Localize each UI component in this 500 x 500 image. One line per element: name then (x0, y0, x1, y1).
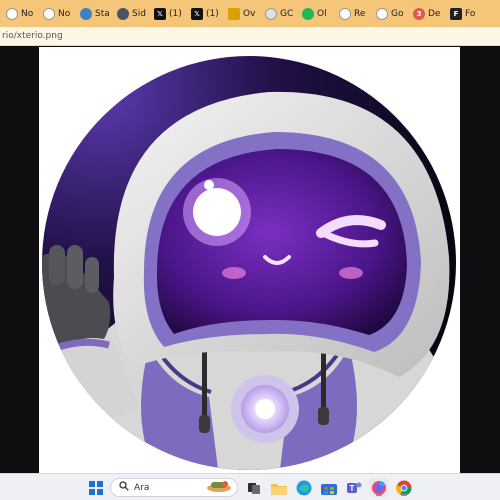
reddit-icon (339, 7, 351, 20)
browser-tab[interactable]: Re (335, 4, 372, 24)
browser-tab-label: No (21, 8, 34, 19)
browser-tab[interactable]: Go (372, 4, 409, 24)
copilot-icon[interactable] (369, 478, 388, 497)
browser-tab-label: Re (354, 8, 366, 19)
browser-tab-label: No (58, 8, 71, 19)
browser-tab[interactable]: 3 De (409, 4, 446, 24)
browser-tab-label: Ov (243, 8, 256, 19)
task-view-icon[interactable] (244, 478, 263, 497)
x-icon: 𝕏 (191, 7, 203, 20)
browser-tab[interactable]: 𝕏 (1) (187, 4, 224, 24)
tab-strip: No No Sta Sid 𝕏 (1) 𝕏 (1) Ov GC Ol Re Go 3 De F Fo (0, 0, 500, 27)
browser-tab-label: Ol (317, 8, 327, 19)
browser-tab-label: Sta (95, 8, 110, 19)
browser-tab-label: Go (391, 8, 404, 19)
url-text[interactable]: rio/xterio.png (0, 31, 63, 41)
browser-tab[interactable]: Sid (113, 4, 150, 24)
globe-icon (117, 7, 129, 20)
notion-icon (6, 7, 18, 20)
browser-tab-label: GC (280, 8, 294, 19)
image-viewport (0, 47, 500, 473)
browser-tab[interactable]: 𝕏 (1) (150, 4, 187, 24)
taskbar-search-box[interactable]: Ara (110, 478, 238, 497)
google-icon (376, 7, 388, 20)
browser-tab[interactable]: Ov (224, 4, 261, 24)
browser-tab[interactable]: Sta (76, 4, 113, 24)
chrome-icon[interactable] (394, 478, 413, 497)
browser-tab-label: (1) (206, 8, 219, 19)
browser-tab-label: (1) (169, 8, 182, 19)
active-indicator (375, 494, 382, 496)
teams-icon[interactable]: T (344, 478, 363, 497)
store-icon[interactable] (319, 478, 338, 497)
browser-tab[interactable]: No (2, 4, 39, 24)
fo-icon: F (450, 7, 462, 20)
spotify-icon (302, 7, 314, 20)
search-icon (119, 481, 129, 494)
browser-tab-label: Sid (132, 8, 146, 19)
dev-icon: 3 (413, 7, 425, 20)
widgets-icon[interactable] (205, 479, 233, 496)
search-placeholder: Ara (134, 482, 150, 493)
taskbar: Ara T (0, 473, 500, 500)
file-explorer-icon[interactable] (269, 478, 288, 497)
active-indicator (400, 494, 407, 496)
browser-tab[interactable]: GC (261, 4, 298, 24)
xterio-image (39, 47, 460, 473)
notion-icon (43, 7, 55, 20)
browser-tab-label: De (428, 8, 441, 19)
address-bar[interactable]: rio/xterio.png (0, 27, 500, 46)
fire-icon (265, 7, 277, 20)
browser-tab[interactable]: No (39, 4, 76, 24)
edge-icon[interactable] (294, 478, 313, 497)
browser-tab[interactable]: F Fo (446, 4, 483, 24)
globe-icon (80, 7, 92, 20)
x-icon: 𝕏 (154, 7, 166, 20)
browser-tab[interactable]: Ol (298, 4, 335, 24)
svg-text:T: T (349, 484, 354, 493)
browser-tab-label: Fo (465, 8, 476, 19)
ow-icon (228, 7, 240, 20)
windows-start-icon[interactable] (86, 478, 105, 497)
astronaut-avatar-illustration (42, 56, 456, 470)
